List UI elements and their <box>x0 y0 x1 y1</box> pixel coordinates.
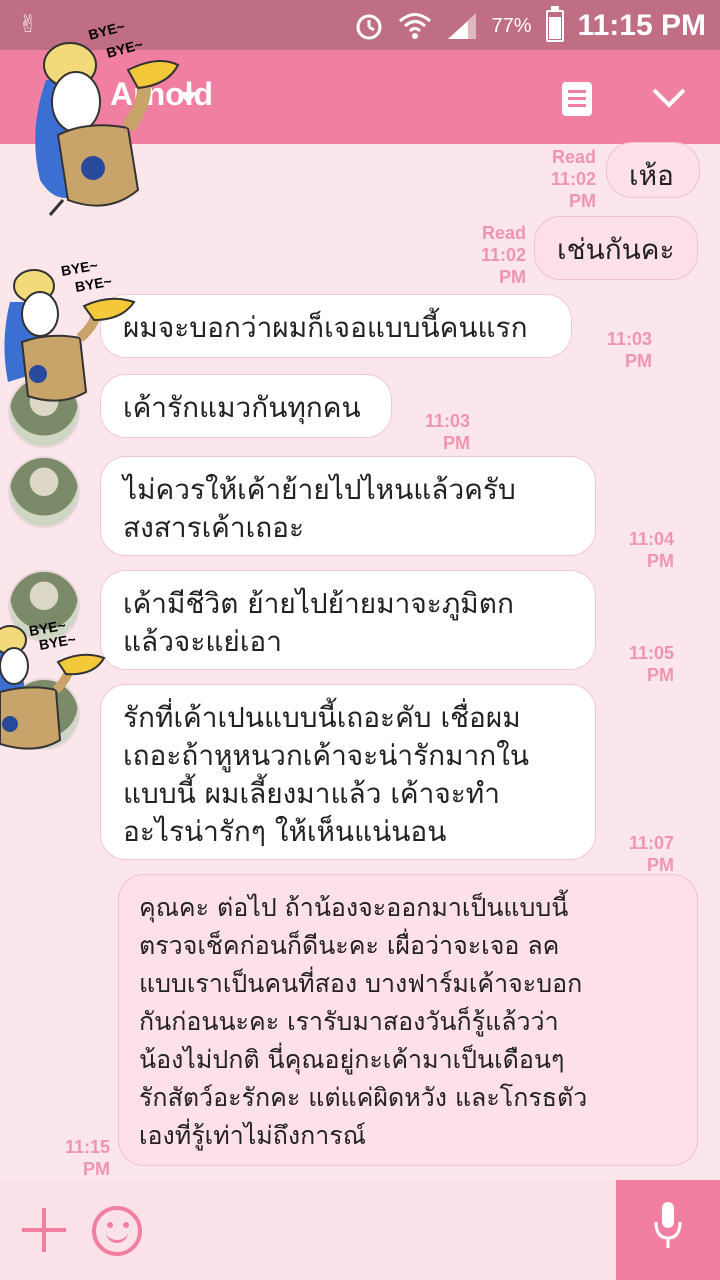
message-time: 11:15 PM <box>64 1137 110 1179</box>
message-time: 11:03 PM <box>424 411 470 453</box>
message-text-line: เองที่รู้เท่าไม่ถึงการณ์ <box>139 1121 366 1150</box>
notes-icon[interactable] <box>562 82 592 116</box>
message-bubble-incoming[interactable]: ไม่ควรให้เค้าย้ายไปไหนแล้วครับ สงสารเค้า… <box>100 456 596 556</box>
sticker-bye-text: BYE~ <box>87 18 127 43</box>
message-bubble-incoming[interactable]: เค้ารักแมวกันทุกคน <box>100 374 392 438</box>
message-bubble-outgoing[interactable]: เช่นกันคะ <box>534 216 698 280</box>
voice-message-button[interactable] <box>616 1180 720 1280</box>
message-input-bar <box>0 1180 720 1280</box>
chevron-down-icon[interactable] <box>652 80 686 114</box>
sticker-bye-text: BYE~ <box>105 36 145 61</box>
message-bubble-incoming[interactable]: เค้ามีชีวิต ย้ายไปย้ายมาจะภูมิตก แล้วจะแ… <box>100 570 596 670</box>
message-text-line: ตรวจเช็คก่อนก็ดีนะคะ เผื่อว่าจะเจอ ลค <box>139 931 560 960</box>
message-time: 11:04 PM <box>628 529 674 571</box>
alarm-icon <box>356 14 382 40</box>
message-bubble-outgoing[interactable]: คุณคะ ต่อไป ถ้าน้องจะออกมาเป็นแบบนี้ ตรว… <box>118 874 698 1166</box>
message-time: 11:02 PM <box>480 245 526 287</box>
plus-icon[interactable] <box>22 1208 66 1252</box>
message-text-line: เค้ามีชีวิต ย้ายไปย้ายมาจะภูมิตก <box>123 587 514 620</box>
signal-icon <box>447 13 476 39</box>
status-time: 11:15 PM <box>577 9 706 42</box>
message-text: เค้ารักแมวกันทุกคน <box>123 391 361 424</box>
message-text: เช่นกันคะ <box>557 233 675 266</box>
message-time: 11:03 PM <box>606 329 652 371</box>
message-text-line: รักที่เค้าเปนแบบนี้เถอะคับ เชื่อผม <box>123 701 521 734</box>
message-time: 11:02 PM <box>550 169 596 211</box>
message-text-line: น้องไม่ปกติ นี่คุณอยู่กะเค้ามาเป็นเดือนๆ <box>139 1045 565 1074</box>
message-time: 11:07 PM <box>628 833 674 875</box>
battery-level <box>548 17 561 39</box>
message-text-line: แบบเราเป็นคนที่สอง บางฟาร์มเค้าจะบอก <box>139 969 583 998</box>
message-bubble-incoming[interactable]: ผมจะบอกว่าผมก็เจอแบบนี้คนแรก <box>100 294 572 358</box>
sticker-bye-text: BYE~ <box>74 273 113 295</box>
message-text-line: แบบนี้ ผมเลี้ยงมาแล้ว เค้าจะทำ <box>123 777 500 810</box>
emoji-icon[interactable] <box>92 1206 142 1256</box>
microphone-icon <box>654 1202 682 1248</box>
bye-sticker-2: BYE~ BYE~ <box>4 262 136 402</box>
message-text-line: แล้วจะแย่เอา <box>123 625 282 658</box>
message-time: 11:05 PM <box>628 643 674 685</box>
read-receipt: Read 11:02 PM <box>450 222 526 288</box>
message-text: ผมจะบอกว่าผมก็เจอแบบนี้คนแรก <box>123 311 528 344</box>
status-icons: 77% 11:15 PM <box>354 6 706 46</box>
message-text: เห้อ <box>629 159 674 192</box>
message-text-line: อะไรน่ารักๆ ให้เห็นแน่นอน <box>123 815 447 848</box>
read-status: Read <box>481 223 526 243</box>
battery-percent: 77% <box>491 14 532 37</box>
message-text-line: คุณคะ ต่อไป ถ้าน้องจะออกมาเป็นแบบนี้ <box>139 893 569 922</box>
message-text-line: เถอะถ้าหูหนวกเค้าจะน่ารักมากใน <box>123 739 530 772</box>
message-text-line: รักสัตว์อะรักคะ แต่แค่ผิดหวัง และโกรธตัว <box>139 1083 588 1112</box>
battery-icon <box>545 6 564 42</box>
message-bubble-incoming[interactable]: รักที่เค้าเปนแบบนี้เถอะคับ เชื่อผม เถอะถ… <box>100 684 596 860</box>
wifi-icon <box>398 13 431 39</box>
read-receipt: Read 11:02 PM <box>520 146 596 212</box>
bye-sticker-3: BYE~ BYE~ <box>0 620 106 750</box>
read-status: Read <box>551 147 596 167</box>
message-text-line: กันก่อนนะคะ เรารับมาสองวันก็รู้แล้วว่า <box>139 1007 559 1036</box>
message-bubble-outgoing[interactable]: เห้อ <box>606 142 700 198</box>
contact-avatar[interactable] <box>8 456 80 528</box>
message-text-line: ไม่ควรให้เค้าย้ายไปไหนแล้วครับ <box>123 473 516 506</box>
message-text-line: สงสารเค้าเถอะ <box>123 511 305 544</box>
